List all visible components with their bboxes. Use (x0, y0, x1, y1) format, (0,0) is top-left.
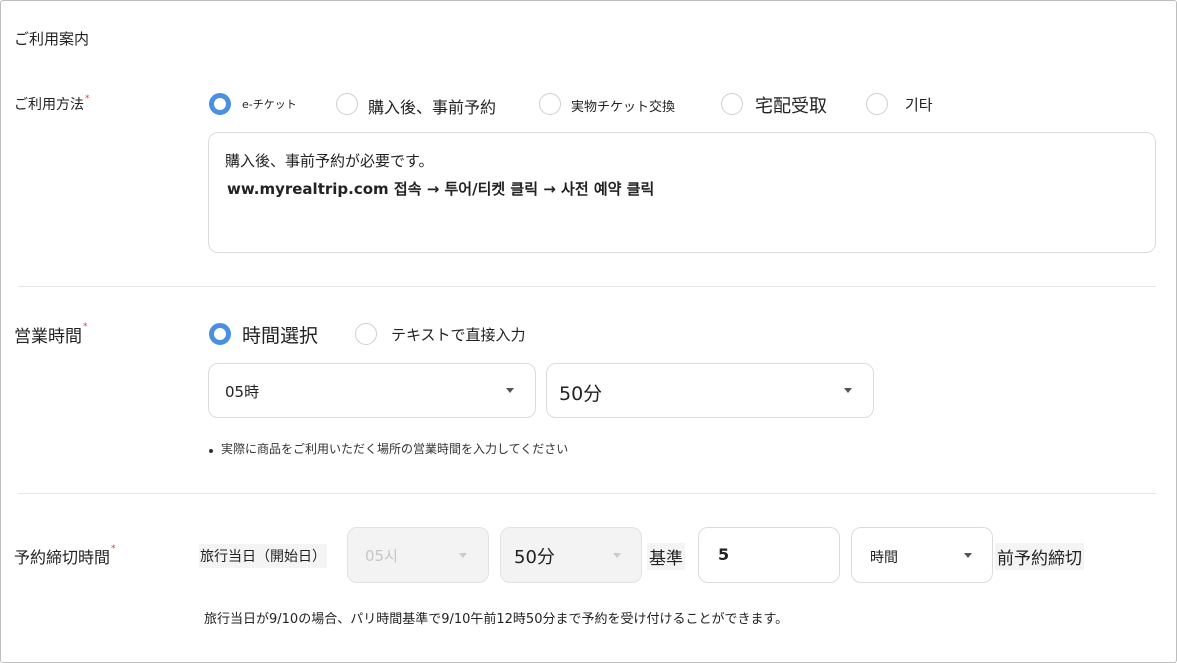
chevron-down-icon (964, 553, 972, 558)
radio-e-ticket[interactable] (209, 93, 231, 115)
section-title: ご利用案内 (14, 30, 90, 48)
chevron-down-icon (506, 388, 514, 393)
radio-label-time-select: 時間選択 (242, 325, 319, 347)
divider (18, 493, 1156, 494)
required-mark: * (111, 544, 116, 554)
deadline-unit-value: 時間 (870, 550, 898, 566)
deadline-suffix: 前予約締切 (995, 543, 1084, 570)
radio-pre-reservation[interactable] (336, 93, 358, 115)
radio-label-text-input: テキストで直接入力 (391, 326, 526, 344)
hours-label: 営業時間* (14, 322, 88, 347)
radio-physical-ticket[interactable] (539, 93, 561, 115)
bullet-icon (209, 449, 213, 453)
required-mark: * (85, 94, 90, 104)
usage-label: ご利用方法* (14, 94, 90, 114)
deadline-note: 旅行当日が9/10の場合、パリ時間基準で9/10午前12時50分まで予約を受け付… (204, 612, 789, 627)
radio-time-select[interactable] (209, 323, 231, 345)
radio-label-e-ticket: e-チケット (242, 98, 297, 111)
required-mark: * (83, 322, 88, 332)
radio-label-physical-ticket: 実物チケット交換 (571, 100, 676, 115)
hours-label-text: 営業時間 (14, 327, 82, 347)
deadline-hour-value: 05시 (365, 547, 398, 565)
deadline-basis: 基準 (647, 543, 685, 570)
deadline-label-text: 予約締切時間 (14, 548, 111, 567)
radio-label-delivery: 宅配受取 (755, 96, 827, 117)
deadline-prefix: 旅行当日（開始日） (199, 544, 327, 568)
deadline-label: 予約締切時間* (14, 544, 116, 568)
radio-label-pre-reservation: 購入後、事前予約 (368, 98, 497, 117)
radio-other[interactable] (866, 93, 888, 115)
divider (18, 286, 1156, 287)
chevron-down-icon (459, 553, 467, 558)
radio-text-input[interactable] (355, 323, 377, 345)
deadline-minute-value: 50分 (514, 547, 555, 568)
hours-hint: 実際に商品をご利用いただく場所の営業時間を入力してください (221, 442, 569, 456)
radio-label-other: 기타 (905, 96, 933, 114)
chevron-down-icon (613, 553, 621, 558)
chevron-down-icon (844, 388, 852, 393)
deadline-amount-value: 5 (718, 545, 730, 564)
hour-select-value: 05時 (225, 383, 260, 401)
usage-label-text: ご利用方法 (14, 97, 84, 113)
usage-text-line2: ww.myrealtrip.com 접속 → 투어/티켓 클릭 → 사전 예약 … (227, 180, 655, 198)
usage-text-line1: 購入後、事前予約が必要です。 (225, 152, 434, 170)
radio-delivery[interactable] (721, 93, 743, 115)
minute-select-value: 50分 (559, 383, 603, 405)
